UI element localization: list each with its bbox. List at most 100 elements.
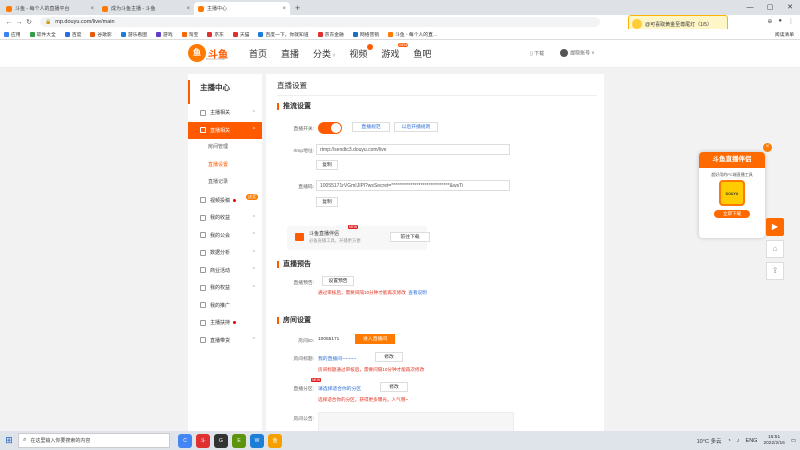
bookmark-item[interactable]: 京东金融 bbox=[317, 31, 344, 38]
close-icon[interactable]: × bbox=[90, 6, 94, 12]
clock[interactable]: 16:51 2022/2/16 bbox=[763, 435, 784, 447]
browser-tab[interactable]: 斗鱼 - 每个人的直播平台 × bbox=[2, 2, 98, 15]
sidebar-item[interactable]: 我的公会 ^ bbox=[188, 227, 262, 245]
sidebar-item[interactable]: 直播带货 ^ bbox=[188, 332, 262, 350]
close-icon[interactable]: × bbox=[186, 6, 190, 12]
bookmark-item[interactable]: 应用 bbox=[4, 31, 21, 38]
room-name-note: 房间标题通过审核后，需要间隔10分钟才能再次修改 bbox=[318, 367, 425, 372]
bookmark-item[interactable]: 网络营销 bbox=[352, 31, 379, 38]
download-tool-button[interactable]: 前往下载 bbox=[390, 232, 430, 242]
copy-rtmp-button[interactable]: 复制 bbox=[316, 160, 338, 170]
forward-icon[interactable]: → bbox=[14, 19, 24, 26]
code-label: 直播码: bbox=[298, 185, 314, 190]
maximize-icon[interactable]: ▢ bbox=[760, 0, 780, 15]
notice-textarea[interactable] bbox=[318, 412, 514, 432]
taskbar-search[interactable]: ⌕ 在这里输入你要搜索的内容 bbox=[18, 433, 170, 448]
rules-button[interactable]: 直播规范 bbox=[352, 122, 390, 132]
bookmark-item[interactable]: 斗鱼 - 每个人的直... bbox=[388, 31, 437, 38]
reading-list[interactable]: 阅读清单 bbox=[775, 31, 794, 38]
rtmp-address-field[interactable]: rtmp://sendtc3.douyu.com/live bbox=[316, 144, 510, 155]
preview-note: 通过审核后，需要间隔10分钟才能再次修改 查看说明 bbox=[318, 290, 427, 295]
sidebar-item[interactable]: 我的权益 ^ bbox=[188, 279, 262, 297]
edit-category-button[interactable]: 修改 bbox=[380, 382, 408, 392]
volume-icon[interactable]: ♪ bbox=[737, 438, 740, 444]
section-title-push: 推流设置 bbox=[277, 103, 311, 110]
reload-icon[interactable]: ↻ bbox=[24, 18, 34, 26]
enter-room-button[interactable]: 进入直播间 bbox=[355, 334, 395, 344]
sidebar-item[interactable]: 视频投稿 送奖 bbox=[188, 192, 262, 210]
douyu-app-icon[interactable]: 斗 bbox=[196, 433, 210, 448]
sidebar-item[interactable]: 数据分析 ^ bbox=[188, 244, 262, 262]
sidebar-item[interactable]: 主播相关 ^ bbox=[188, 104, 262, 122]
preview-help-link[interactable]: 查看说明 bbox=[408, 290, 426, 295]
app-icon[interactable]: E bbox=[232, 433, 246, 448]
notification-icon[interactable]: ▭ bbox=[791, 438, 796, 444]
weather-text[interactable]: 10°C 多云 bbox=[697, 437, 722, 445]
minimize-icon[interactable]: — bbox=[740, 0, 760, 15]
app-icon[interactable]: W bbox=[250, 433, 264, 448]
language-indicator[interactable]: ENG bbox=[746, 438, 758, 444]
bookmarks-bar: 应用 软件大全 百度 谷歌影 游乐看图 游戏 淘宝 京东 天猫 百度一下，你就知… bbox=[0, 29, 800, 40]
extension-icon[interactable]: ⊕ bbox=[767, 18, 772, 25]
sidebar-item[interactable]: 主播扶持 bbox=[188, 314, 262, 332]
back-icon[interactable]: ← bbox=[4, 19, 14, 26]
bookmark-icon bbox=[156, 31, 162, 37]
stream-code-field[interactable]: 10055171rVGmIJIPl?wsSecret=*************… bbox=[316, 180, 510, 191]
sidebar-item-active[interactable]: 直播相关 ^ bbox=[188, 121, 262, 139]
wifi-icon[interactable]: ◔ bbox=[727, 438, 730, 444]
bookmark-item[interactable]: 百度 bbox=[64, 31, 81, 38]
bookmark-item[interactable]: 游戏 bbox=[156, 31, 173, 38]
app-icon[interactable]: 鱼 bbox=[268, 433, 282, 448]
bookmark-item[interactable]: 谷歌影 bbox=[90, 31, 112, 38]
sidebar-item[interactable]: 商业活动 ^ bbox=[188, 262, 262, 280]
floating-promo[interactable]: 斗鱼直播伴侣 超好用的PC端直播工具 DOUYU 立即下载 bbox=[699, 152, 765, 238]
chrome-app-icon[interactable]: C bbox=[178, 433, 192, 448]
bookmark-item[interactable]: 百度一下，你就知道 bbox=[258, 31, 309, 38]
promo-download-button[interactable]: 立即下载 bbox=[714, 210, 750, 218]
close-window-icon[interactable]: ✕ bbox=[780, 0, 800, 15]
user-menu[interactable]: 提取账号 ˅ bbox=[560, 49, 594, 57]
windows-start-icon[interactable]: ⊞ bbox=[0, 435, 18, 446]
set-preview-button[interactable]: 设置预告 bbox=[322, 276, 354, 286]
bookmark-icon bbox=[232, 31, 238, 37]
bookmark-item[interactable]: 京东 bbox=[207, 31, 224, 38]
chevron-icon: ^ bbox=[252, 127, 255, 134]
bookmark-item[interactable]: 软件大全 bbox=[29, 31, 56, 38]
download-link[interactable]: ▯ 下载 bbox=[530, 50, 544, 57]
app-icon[interactable]: G bbox=[214, 433, 228, 448]
new-tab-button[interactable]: + bbox=[290, 2, 305, 15]
sidebar-subitem[interactable]: 房间管理 bbox=[188, 139, 262, 157]
back-to-top-icon[interactable]: ⇪ bbox=[766, 262, 784, 280]
ways-button[interactable]: 以后开播规则 bbox=[394, 122, 438, 132]
play-icon[interactable]: ▶ bbox=[766, 218, 784, 236]
url-input[interactable]: 🔒 mp.douyu.com/live/main bbox=[40, 17, 600, 27]
close-icon[interactable]: × bbox=[763, 143, 772, 152]
profile-icon[interactable]: ● bbox=[778, 18, 782, 25]
sidebar-item[interactable]: 我的收益 ^ bbox=[188, 209, 262, 227]
browser-tab[interactable]: 成为斗鱼主播 - 斗鱼 × bbox=[98, 2, 194, 15]
home-icon[interactable]: ⌂ bbox=[766, 240, 784, 258]
menu-icon[interactable]: ⋮ bbox=[788, 18, 794, 25]
close-icon[interactable]: × bbox=[282, 6, 286, 12]
bookmark-item[interactable]: 淘宝 bbox=[181, 31, 198, 38]
tab-title: 斗鱼 - 每个人的直播平台 bbox=[15, 6, 70, 12]
sidebar-item[interactable]: 我的推广 bbox=[188, 297, 262, 315]
copy-code-button[interactable]: 复制 bbox=[316, 197, 338, 207]
douyu-logo[interactable]: 鱼 斗鱼 DOUYU.COM bbox=[188, 44, 228, 62]
nav-item[interactable]: 鱼吧 bbox=[413, 47, 431, 60]
sidebar-subitem-active[interactable]: 直播设置 bbox=[188, 157, 262, 175]
sidebar-subitem[interactable]: 直播记录 bbox=[188, 174, 262, 192]
nav-item[interactable]: 游戏 NEW bbox=[381, 43, 409, 60]
divider bbox=[277, 95, 597, 96]
nav-item[interactable]: 直播 bbox=[281, 47, 299, 60]
edit-room-name-button[interactable]: 修改 bbox=[375, 352, 403, 362]
bookmark-item[interactable]: 游乐看图 bbox=[120, 31, 147, 38]
nav-item[interactable]: 首页 bbox=[249, 47, 267, 60]
new-badge: NEW bbox=[311, 378, 322, 382]
nav-item[interactable]: 分类 ˅ bbox=[313, 47, 335, 60]
nav-item[interactable]: 视频 bbox=[349, 44, 374, 60]
browser-tab-active[interactable]: 主播中心 × bbox=[194, 2, 290, 15]
live-toggle[interactable] bbox=[318, 122, 342, 134]
bookmark-item[interactable]: 天猫 bbox=[232, 31, 249, 38]
tool-name: 斗鱼直播伴侣 bbox=[309, 231, 340, 237]
